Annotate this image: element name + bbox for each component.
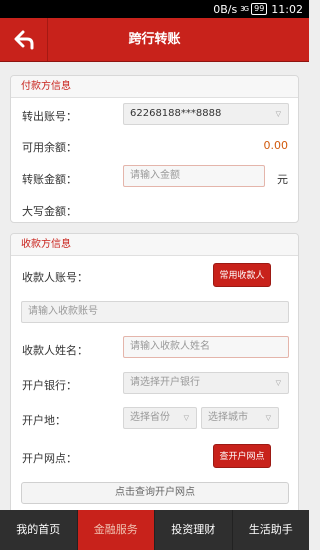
transfer-form: 付款方信息 转出账号： 62268188***8888 ▽ 可用余额： 0.00…	[0, 62, 309, 510]
source-account-label: 转出账号：	[22, 110, 77, 123]
amount-unit: 元	[277, 173, 288, 186]
clock: 11:02	[271, 2, 303, 16]
battery-icon: 99	[251, 3, 268, 15]
amount-label: 转账金额：	[22, 173, 77, 186]
payee-section: 收款方信息 收款人账号： 常用收款人 请输入收款账号 收款人姓名： 请输入收款人…	[10, 233, 299, 510]
back-arrow-icon	[14, 30, 33, 49]
bank-label: 开户银行：	[22, 379, 77, 392]
query-branch-link[interactable]: 点击查询开户网点	[21, 482, 289, 504]
payee-name-label: 收款人姓名：	[22, 344, 88, 357]
location-label: 开户地：	[22, 414, 66, 427]
province-select[interactable]: 选择省份 ▽	[123, 407, 197, 429]
province-placeholder: 选择省份	[130, 412, 170, 423]
status-bar: 0B/s 3G 99 11:02	[0, 0, 309, 18]
nav-financial-services[interactable]: 金融服务	[77, 510, 155, 550]
network-speed: 0B/s	[213, 2, 238, 16]
nav-home[interactable]: 我的首页	[0, 510, 78, 550]
dropdown-triangle-icon: ▽	[275, 110, 281, 118]
source-account-select[interactable]: 62268188***8888 ▽	[123, 103, 289, 125]
bottom-nav: 我的首页 金融服务 投资理财 生活助手	[0, 510, 309, 550]
payee-account-input[interactable]: 请输入收款账号	[21, 301, 289, 323]
dropdown-triangle-icon: ▽	[183, 414, 189, 422]
nav-investment[interactable]: 投资理财	[155, 510, 233, 550]
uppercase-amount-label: 大写金额：	[22, 205, 77, 218]
payee-name-input[interactable]: 请输入收款人姓名	[123, 336, 289, 358]
bank-placeholder: 请选择开户银行	[130, 377, 200, 388]
payee-name-placeholder: 请输入收款人姓名	[130, 341, 210, 352]
city-placeholder: 选择城市	[208, 412, 248, 423]
dropdown-triangle-icon: ▽	[275, 379, 281, 387]
bank-select[interactable]: 请选择开户银行 ▽	[123, 372, 289, 394]
signal-icon: 3G	[240, 5, 249, 13]
nav-life-assistant[interactable]: 生活助手	[233, 510, 310, 550]
payee-account-placeholder: 请输入收款账号	[28, 306, 98, 317]
amount-input[interactable]: 请输入金额	[123, 165, 265, 187]
balance-value: 0.00	[263, 139, 289, 152]
amount-placeholder: 请输入金额	[130, 170, 180, 181]
app-header: 跨行转账	[0, 18, 309, 62]
back-button[interactable]	[0, 18, 48, 61]
payer-section: 付款方信息 转出账号： 62268188***8888 ▽ 可用余额： 0.00…	[10, 75, 299, 223]
city-select[interactable]: 选择城市 ▽	[201, 407, 279, 429]
source-account-value: 62268188***8888	[130, 108, 222, 119]
find-branch-button[interactable]: 查开户网点	[213, 444, 271, 468]
frequent-payee-button[interactable]: 常用收款人	[213, 263, 271, 287]
branch-label: 开户网点：	[22, 452, 77, 465]
payee-section-title: 收款方信息	[11, 234, 298, 256]
payer-section-title: 付款方信息	[11, 76, 298, 98]
dropdown-triangle-icon: ▽	[265, 414, 271, 422]
balance-label: 可用余额：	[22, 141, 77, 154]
payee-account-label: 收款人账号：	[22, 271, 88, 284]
